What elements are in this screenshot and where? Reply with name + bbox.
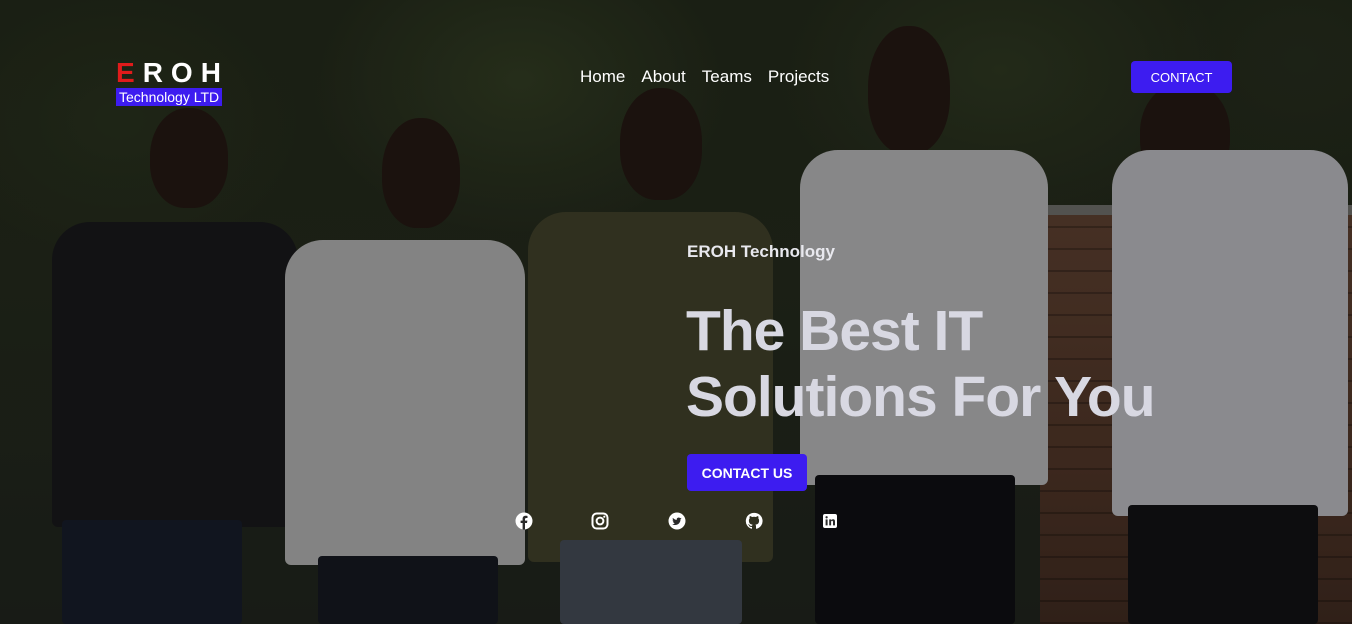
- logo-subtitle: Technology LTD: [116, 88, 223, 106]
- linkedin-icon[interactable]: [821, 512, 839, 530]
- headline-line-1: The Best IT: [686, 299, 983, 363]
- nav-link-teams[interactable]: Teams: [702, 66, 752, 88]
- headline-line-2: Solutions For You: [686, 365, 1156, 429]
- instagram-icon[interactable]: [591, 512, 609, 530]
- nav-link-projects[interactable]: Projects: [768, 66, 829, 88]
- twitter-icon[interactable]: [668, 512, 686, 530]
- hero-eyebrow: EROH Technology: [687, 242, 835, 261]
- logo-first-letter: E: [116, 57, 143, 88]
- logo-wordmark: EROH: [116, 58, 229, 88]
- contact-button[interactable]: CONTACT: [1131, 61, 1232, 93]
- facebook-icon[interactable]: [515, 512, 533, 530]
- brand-logo[interactable]: EROH Technology LTD: [116, 58, 229, 107]
- logo-rest-letters: ROH: [142, 57, 229, 88]
- main-nav: Home About Teams Projects: [580, 66, 829, 88]
- contact-us-button[interactable]: CONTACT US: [687, 454, 807, 491]
- github-icon[interactable]: [745, 512, 763, 530]
- nav-link-home[interactable]: Home: [580, 66, 625, 88]
- hero-headline: The Best IT Solutions For You: [686, 298, 1246, 430]
- nav-link-about[interactable]: About: [641, 66, 685, 88]
